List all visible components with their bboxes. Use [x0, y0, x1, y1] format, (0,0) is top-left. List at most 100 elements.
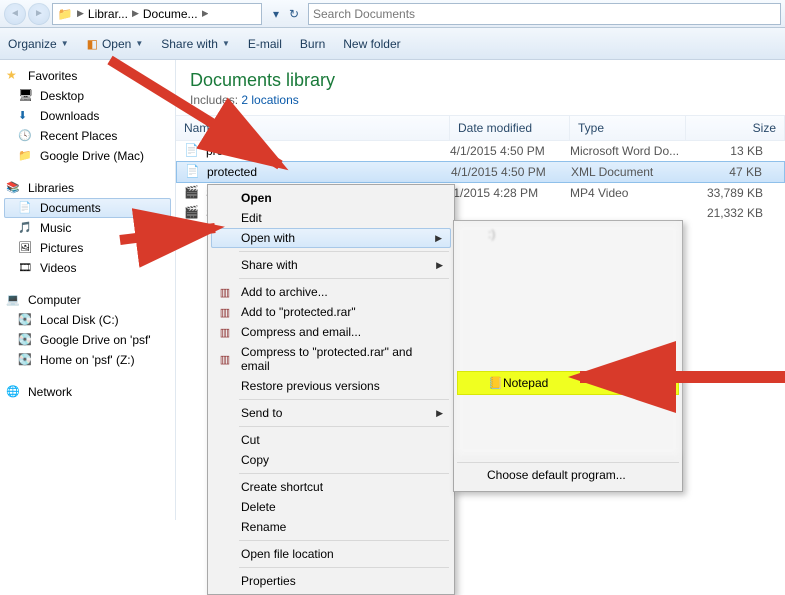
- disk-icon: [18, 312, 34, 328]
- chevron-down-icon: ▼: [222, 39, 230, 48]
- rar-icon: [217, 351, 233, 367]
- search-placeholder: Search Documents: [313, 7, 415, 21]
- chevron-right-icon: ▶: [436, 408, 443, 419]
- documents-icon: [18, 200, 34, 216]
- col-name[interactable]: Name: [176, 116, 450, 140]
- desktop-icon: [18, 88, 34, 104]
- notepad-icon: [488, 376, 503, 390]
- nav-pane: Favorites Desktop Downloads Recent Place…: [0, 60, 175, 520]
- nav-network[interactable]: Network: [4, 382, 171, 402]
- ctx-open-file-location[interactable]: Open file location: [211, 544, 451, 564]
- breadcrumb-seg[interactable]: Docume...: [143, 7, 198, 21]
- nav-videos[interactable]: Videos: [4, 258, 171, 278]
- download-icon: [18, 108, 34, 124]
- ctx-send-to[interactable]: Send to▶: [211, 403, 451, 423]
- ctx-add-archive[interactable]: Add to archive...: [211, 282, 451, 302]
- folder-icon: 📁: [57, 6, 73, 22]
- ctx-copy[interactable]: Copy: [211, 450, 451, 470]
- rar-icon: [217, 304, 233, 320]
- ctx-compress-email[interactable]: Compress and email...: [211, 322, 451, 342]
- ctx-edit[interactable]: Edit: [211, 208, 451, 228]
- recent-icon: [18, 128, 34, 144]
- new-folder-button[interactable]: New folder: [343, 37, 400, 51]
- videos-icon: [18, 260, 34, 276]
- submenu-choose-default[interactable]: Choose default program...: [457, 462, 679, 487]
- includes-line: Includes: 2 locations: [190, 93, 771, 107]
- nav-gdrive-psf[interactable]: Google Drive on 'psf': [4, 330, 171, 350]
- col-type[interactable]: Type: [570, 116, 686, 140]
- toolbar: Organize ▼ ◧ Open ▼ Share with ▼ E-mail …: [0, 28, 785, 60]
- email-button[interactable]: E-mail: [248, 37, 282, 51]
- separator: [239, 251, 449, 252]
- col-date[interactable]: Date modified: [450, 116, 570, 140]
- network-icon: [6, 384, 22, 400]
- word-icon: [184, 143, 200, 159]
- nav-pictures[interactable]: Pictures: [4, 238, 171, 258]
- chevron-right-icon: ▶: [202, 8, 209, 19]
- libraries-icon: [6, 180, 22, 196]
- submenu-item-blurred[interactable]: :): [488, 227, 674, 241]
- file-row[interactable]: protected 4/1/2015 4:50 PMMicrosoft Word…: [176, 141, 785, 161]
- separator: [239, 567, 449, 568]
- separator: [239, 399, 449, 400]
- separator: [239, 540, 449, 541]
- burn-button[interactable]: Burn: [300, 37, 325, 51]
- nav-downloads[interactable]: Downloads: [4, 106, 171, 126]
- computer-icon: [6, 292, 22, 308]
- open-with-submenu: :) Notepad Choose default program...: [453, 220, 683, 492]
- word-icon: [185, 164, 201, 180]
- chevron-right-icon: ▶: [132, 8, 139, 19]
- chevron-right-icon: ▶: [77, 8, 84, 19]
- nav-home-psf[interactable]: Home on 'psf' (Z:): [4, 350, 171, 370]
- breadcrumb[interactable]: 📁 ▶ Librar... ▶ Docume... ▶: [52, 3, 262, 25]
- separator: [239, 426, 449, 427]
- video-icon: [184, 205, 200, 221]
- ctx-open-with[interactable]: Open with▶: [211, 228, 451, 248]
- nav-desktop[interactable]: Desktop: [4, 86, 171, 106]
- nav-gdrive[interactable]: Google Drive (Mac): [4, 146, 171, 166]
- ctx-create-shortcut[interactable]: Create shortcut: [211, 477, 451, 497]
- ctx-add-rar[interactable]: Add to "protected.rar": [211, 302, 451, 322]
- search-input[interactable]: Search Documents: [308, 3, 781, 25]
- rar-icon: [217, 284, 233, 300]
- page-title: Documents library: [190, 70, 771, 91]
- share-with-button[interactable]: Share with ▼: [161, 37, 230, 51]
- back-button[interactable]: ◄: [4, 3, 26, 25]
- ctx-properties[interactable]: Properties: [211, 571, 451, 591]
- ctx-cut[interactable]: Cut: [211, 430, 451, 450]
- rar-icon: [217, 324, 233, 340]
- nav-localdisk[interactable]: Local Disk (C:): [4, 310, 171, 330]
- includes-link[interactable]: 2 locations: [241, 93, 298, 107]
- organize-button[interactable]: Organize ▼: [8, 37, 69, 51]
- open-button[interactable]: ◧ Open ▼: [87, 37, 144, 51]
- separator: [239, 278, 449, 279]
- disk-icon: [18, 352, 34, 368]
- folder-icon: [18, 148, 34, 164]
- nav-computer[interactable]: Computer: [4, 290, 171, 310]
- dropdown-icon[interactable]: ▾: [268, 6, 284, 22]
- ctx-rename[interactable]: Rename: [211, 517, 451, 537]
- separator: [239, 473, 449, 474]
- chevron-down-icon: ▼: [135, 39, 143, 48]
- context-menu: Open Edit Open with▶ Share with▶ Add to …: [207, 184, 455, 595]
- video-icon: [184, 185, 200, 201]
- ctx-restore[interactable]: Restore previous versions: [211, 376, 451, 396]
- file-row[interactable]: protected 4/1/2015 4:50 PMXML Document47…: [176, 161, 785, 183]
- ctx-delete[interactable]: Delete: [211, 497, 451, 517]
- music-icon: [18, 220, 34, 236]
- breadcrumb-seg[interactable]: Librar...: [88, 7, 128, 21]
- ctx-compress-rar-email[interactable]: Compress to "protected.rar" and email: [211, 342, 451, 376]
- chevron-right-icon: ▶: [436, 260, 443, 271]
- disk-icon: [18, 332, 34, 348]
- col-size[interactable]: Size: [686, 116, 785, 140]
- submenu-notepad[interactable]: Notepad: [457, 371, 679, 395]
- forward-button[interactable]: ►: [28, 3, 50, 25]
- nav-favorites[interactable]: Favorites: [4, 66, 171, 86]
- refresh-icon[interactable]: ↻: [286, 6, 302, 22]
- nav-recent[interactable]: Recent Places: [4, 126, 171, 146]
- nav-documents[interactable]: Documents: [4, 198, 171, 218]
- ctx-share-with[interactable]: Share with▶: [211, 255, 451, 275]
- nav-music[interactable]: Music: [4, 218, 171, 238]
- ctx-open[interactable]: Open: [211, 188, 451, 208]
- nav-libraries[interactable]: Libraries: [4, 178, 171, 198]
